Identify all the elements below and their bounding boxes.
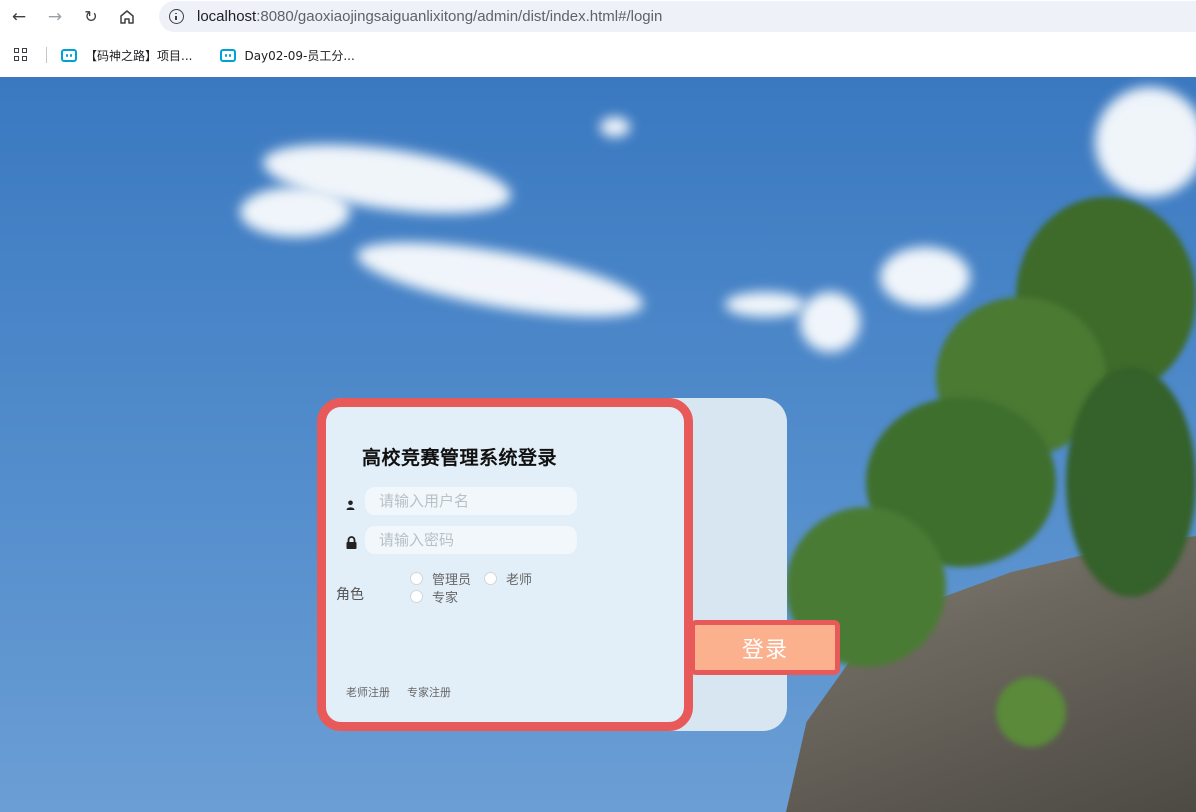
lock-icon	[346, 536, 357, 553]
radio-label: 专家	[432, 591, 459, 606]
username-input[interactable]	[365, 487, 577, 515]
teacher-register-link[interactable]: 老师注册	[346, 684, 390, 700]
bookmark-label: Day02-09-员工分...	[244, 48, 355, 63]
bookmarks-bar: 【码神之路】项目... Day02-09-员工分...	[0, 33, 1196, 77]
login-button[interactable]: 登录	[690, 620, 840, 675]
cloud	[600, 117, 630, 137]
login-page-background: 高校竞赛管理系统登录 角色 管理员 老师 专家 老师注册 专家注册 登录	[0, 77, 1196, 812]
bookmark-item[interactable]: Day02-09-员工分...	[220, 47, 355, 64]
role-radio-admin[interactable]: 管理员	[410, 569, 471, 588]
radio-circle[interactable]	[410, 572, 423, 585]
bilibili-icon	[220, 48, 237, 62]
role-radio-teacher[interactable]: 老师	[484, 569, 532, 588]
home-icon[interactable]	[116, 6, 138, 28]
login-card: 高校竞赛管理系统登录 角色 管理员 老师 专家 老师注册 专家注册	[317, 398, 693, 731]
role-radio-expert[interactable]: 专家	[410, 587, 458, 606]
radio-circle[interactable]	[410, 590, 423, 603]
bookmark-label: 【码神之路】项目...	[85, 48, 193, 63]
cloud	[352, 227, 648, 332]
login-title: 高校竞赛管理系统登录	[362, 447, 558, 469]
site-info-icon[interactable]	[169, 9, 184, 24]
cloud	[240, 187, 350, 237]
browser-toolbar: ← → ↻ localhost:8080/gaoxiaojingsaiguanl…	[0, 0, 1196, 33]
reload-icon[interactable]: ↻	[80, 6, 102, 28]
address-bar[interactable]: localhost:8080/gaoxiaojingsaiguanlixiton…	[159, 1, 1196, 32]
role-label: 角色	[336, 587, 364, 603]
bookmark-separator	[46, 47, 47, 63]
url-host: localhost	[197, 8, 257, 25]
forward-arrow-icon[interactable]: →	[44, 6, 66, 28]
radio-label: 管理员	[432, 573, 472, 588]
password-input[interactable]	[365, 526, 577, 554]
url-path: :8080/gaoxiaojingsaiguanlixitong/admin/d…	[256, 8, 663, 25]
radio-circle[interactable]	[484, 572, 497, 585]
user-icon	[346, 499, 355, 514]
radio-label: 老师	[506, 573, 533, 588]
url-text[interactable]: localhost:8080/gaoxiaojingsaiguanlixiton…	[197, 8, 662, 25]
bilibili-icon	[61, 48, 77, 62]
register-links: 老师注册 专家注册	[346, 684, 468, 700]
bookmark-item[interactable]: 【码神之路】项目...	[61, 47, 192, 64]
cliff-with-trees	[766, 167, 1196, 812]
back-arrow-icon[interactable]: ←	[8, 6, 30, 28]
foliage	[996, 677, 1066, 747]
apps-grid-icon[interactable]	[14, 48, 28, 62]
expert-register-link[interactable]: 专家注册	[407, 684, 451, 700]
foliage	[1066, 367, 1196, 597]
